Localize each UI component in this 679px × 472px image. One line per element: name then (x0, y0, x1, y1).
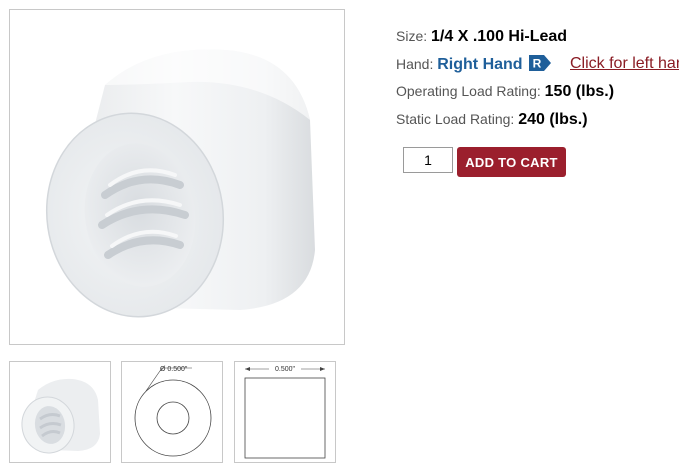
hand-value: Right Hand (437, 56, 523, 73)
diameter-label: Ø 0.500" (160, 366, 188, 373)
hand-label: Hand: (396, 56, 434, 72)
side-view-drawing: 0.500" (244, 364, 326, 459)
thumbnail-photo[interactable] (9, 361, 111, 463)
main-product-image (9, 9, 345, 345)
nut-thumbnail-icon (21, 378, 100, 454)
static-load-value: 240 (lbs.) (518, 111, 588, 128)
left-hand-link[interactable]: Click for left hand (570, 55, 679, 73)
size-row: Size: 1/4 X .100 Hi-Lead (396, 28, 567, 46)
add-to-cart-button[interactable]: ADD TO CART (457, 147, 566, 177)
operating-load-value: 150 (lbs.) (544, 83, 615, 100)
static-load-row: Static Load Rating: 240 (lbs.) (396, 111, 588, 129)
quantity-input[interactable] (403, 147, 453, 173)
thumbnail-end-view-drawing[interactable]: Ø 0.500" (121, 361, 223, 463)
operating-load-row: Operating Load Rating: 150 (lbs.) (396, 83, 614, 101)
size-value: 1/4 X .100 Hi-Lead (431, 28, 568, 45)
hand-row: Hand: Right Hand R (396, 55, 552, 74)
end-view-drawing: Ø 0.500" (134, 366, 212, 457)
size-label: Size: (396, 28, 428, 44)
static-load-label: Static Load Rating: (396, 111, 515, 127)
operating-load-label: Operating Load Rating: (396, 83, 541, 99)
thumbnail-side-view-drawing[interactable]: 0.500" (234, 361, 336, 463)
hand-badge-letter: R (533, 57, 542, 71)
nut-photo (45, 49, 315, 318)
right-hand-badge-icon: R (529, 55, 552, 71)
length-label: 0.500" (275, 366, 296, 373)
